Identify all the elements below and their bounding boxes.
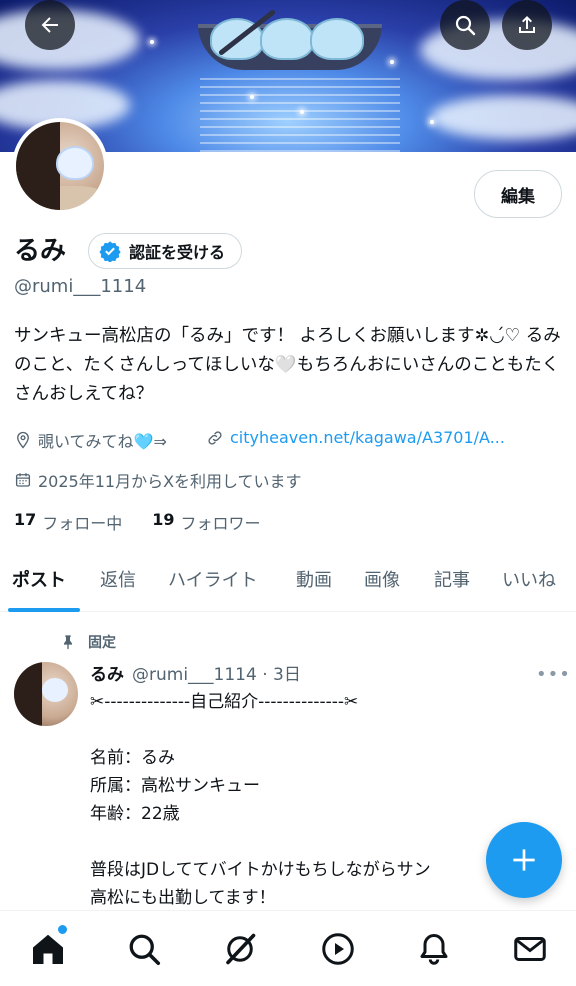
followers-count[interactable]: 19 [152, 510, 174, 534]
post-header: るみ @rumi___1114 · 3日 [90, 660, 301, 685]
compose-button[interactable] [486, 822, 562, 898]
home-icon[interactable] [30, 931, 66, 967]
get-verified-button[interactable]: 認証を受ける [88, 233, 243, 269]
back-button[interactable] [25, 0, 75, 50]
pinned-label: 固定 [88, 635, 116, 651]
post-meta: @rumi___1114 · 3日 [132, 665, 301, 685]
heart-sticker-icon [42, 678, 68, 702]
pinned-indicator: 固定 [60, 632, 116, 652]
following-label[interactable]: フォロー中 [42, 510, 122, 534]
tab-articles[interactable]: 記事 [434, 566, 470, 592]
grok-icon[interactable] [222, 931, 258, 967]
post-author-name[interactable]: るみ [90, 660, 124, 685]
mail-icon[interactable] [512, 931, 548, 967]
share-icon [519, 16, 535, 33]
play-icon[interactable] [320, 931, 356, 967]
share-button[interactable] [502, 0, 552, 50]
followers-label[interactable]: フォロワー [181, 510, 261, 534]
tab-posts[interactable]: ポスト [12, 566, 66, 592]
profile-avatar[interactable] [12, 118, 108, 214]
heart-sticker-icon [56, 146, 94, 180]
tab-media[interactable]: 画像 [364, 566, 400, 592]
profile-handle: @rumi___1114 [14, 276, 147, 297]
location-text: 覗いてみてね🩵⇒ [38, 432, 167, 451]
follow-stats: 17 フォロー中 19 フォロワー [14, 510, 261, 534]
website-link[interactable]: cityheaven.net/kagawa/A3701/A... [230, 428, 505, 447]
website-row[interactable]: cityheaven.net/kagawa/A3701/A... [206, 428, 505, 447]
tab-likes[interactable]: いいね [502, 566, 556, 592]
bottom-navigation [0, 910, 576, 986]
location-pin-icon [17, 431, 29, 449]
plus-icon [513, 849, 535, 871]
calendar-icon [15, 473, 31, 487]
tab-videos[interactable]: 動画 [296, 566, 332, 592]
edit-profile-button[interactable]: 編集 [474, 170, 562, 218]
more-options-icon[interactable]: ••• [536, 664, 571, 685]
profile-tabs: ポスト 返信 ハイライト 動画 画像 記事 いいね [0, 548, 576, 612]
bell-icon[interactable] [416, 931, 452, 967]
post-avatar[interactable] [14, 662, 78, 726]
pin-icon [64, 635, 72, 650]
search-button[interactable] [440, 0, 490, 50]
location-row: 覗いてみてね🩵⇒ [14, 428, 167, 452]
verify-label: 認証を受ける [129, 243, 226, 262]
tab-replies[interactable]: 返信 [100, 566, 136, 592]
following-count[interactable]: 17 [14, 510, 36, 534]
active-tab-indicator [8, 608, 80, 612]
notification-dot [58, 925, 67, 934]
tab-highlights[interactable]: ハイライト [168, 566, 258, 592]
verified-badge-icon [99, 241, 121, 262]
profile-bio: サンキュー高松店の「るみ」です！ よろしくお願いします✲◡́♡ るみのこと、たく… [14, 326, 561, 404]
search-icon [455, 15, 476, 36]
arrow-left-icon [41, 17, 58, 33]
joined-row: 2025年11月からXを利用しています [14, 468, 302, 492]
profile-name: るみ [14, 236, 67, 266]
link-icon [208, 430, 222, 445]
search-icon[interactable] [126, 931, 162, 967]
joined-text: 2025年11月からXを利用しています [38, 472, 302, 491]
